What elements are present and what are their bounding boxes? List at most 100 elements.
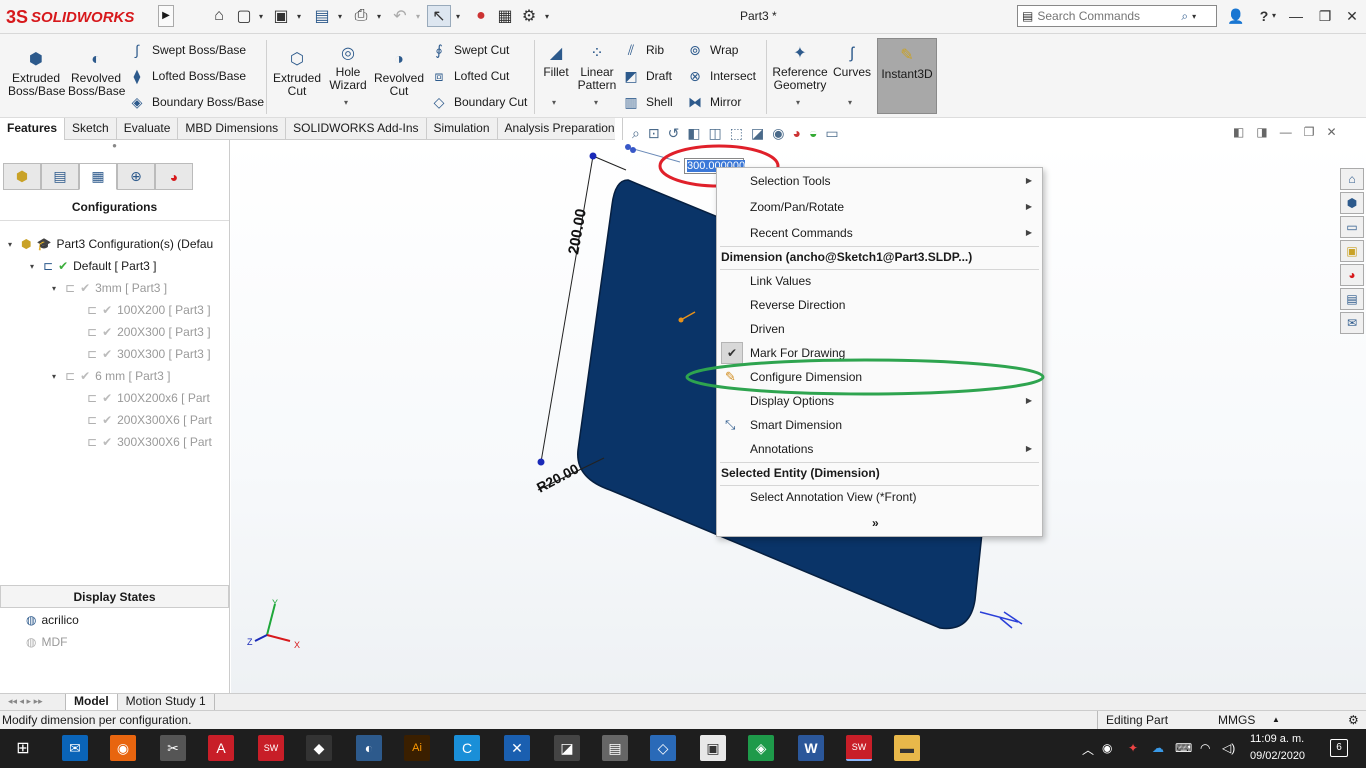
panel-splitter[interactable]: ● — [0, 141, 229, 163]
search-dropdown-icon[interactable]: ▾ — [1192, 12, 1196, 21]
view-settings-icon[interactable]: ▭ — [825, 125, 838, 142]
dimension-200-label[interactable]: 200.00 — [565, 208, 590, 256]
intersect-button[interactable]: ⊗ Intersect — [686, 67, 756, 85]
display-state-acrilico[interactable]: ◍ acrilico — [26, 611, 79, 629]
tab-mbd-dimensions[interactable]: MBD Dimensions — [178, 118, 287, 140]
linear-pattern-dropdown-icon[interactable]: ▾ — [594, 98, 598, 107]
app-icon[interactable]: ◆ — [306, 735, 332, 761]
swept-boss-button[interactable]: ∫ Swept Boss/Base — [128, 41, 246, 59]
config-tree-item[interactable]: ▾ ⊏ ✔ 6 mm [ Part3 ] — [52, 367, 170, 385]
shell-button[interactable]: ▥ Shell — [622, 93, 672, 111]
dimension-handle[interactable] — [537, 458, 545, 466]
draft-button[interactable]: ◩ Draft — [622, 67, 672, 85]
config-tree-item[interactable]: ⊏ ✔ 300X300X6 [ Part — [74, 433, 212, 451]
open-dropdown-icon[interactable]: ▾ — [293, 5, 305, 27]
tab-sketch[interactable]: Sketch — [65, 118, 117, 140]
menu-expand-more-icon[interactable]: » — [717, 511, 1042, 535]
tab-motion-study-1[interactable]: Motion Study 1 — [118, 694, 215, 710]
tab-solidworks-add-ins[interactable]: SOLIDWORKS Add-Ins — [286, 118, 427, 140]
custom-properties-icon[interactable]: ▤ — [1340, 288, 1364, 310]
expand-arrow-icon[interactable]: ▾ — [8, 240, 16, 249]
menu-item-reverse-direction[interactable]: Reverse Direction — [717, 293, 1042, 317]
view-palette-icon[interactable]: ▣ — [1340, 240, 1364, 262]
config-tree-item[interactable]: ⊏ ✔ 300X300 [ Part3 ] — [74, 345, 211, 363]
firefox-icon[interactable]: ◉ — [110, 735, 136, 761]
lofted-cut-button[interactable]: ⧈ Lofted Cut — [430, 67, 510, 85]
fillet-dropdown-icon[interactable]: ▾ — [552, 98, 556, 107]
file-explorer-taskbar-icon[interactable]: ▬ — [894, 735, 920, 761]
search-scope-icon[interactable]: ▤ — [1022, 9, 1033, 23]
tray-app-icon[interactable]: ◉ — [1102, 741, 1112, 755]
boundary-boss-button[interactable]: ◈ Boundary Boss/Base — [128, 93, 264, 111]
dimension-handle[interactable] — [630, 147, 636, 153]
reference-geometry-button[interactable]: ✦ Reference Geometry — [770, 42, 830, 92]
previous-view-icon[interactable]: ↺ — [668, 125, 680, 142]
mirror-button[interactable]: ⧓ Mirror — [686, 93, 741, 111]
menu-item-annotations[interactable]: Annotations ▶ — [717, 437, 1042, 461]
user-account-icon[interactable]: 👤 — [1225, 4, 1247, 28]
viewport-close-icon[interactable]: ✕ — [1326, 125, 1336, 139]
curves-button[interactable]: ʃ Curves — [832, 42, 872, 79]
linear-pattern-button[interactable]: ⁘ Linear Pattern — [576, 42, 618, 92]
fillet-button[interactable]: ◢ Fillet — [538, 42, 574, 79]
forum-icon[interactable]: ✉ — [1340, 312, 1364, 334]
app-icon[interactable]: ◪ — [554, 735, 580, 761]
tab-features[interactable]: Features — [0, 118, 66, 140]
tab-evaluate[interactable]: Evaluate — [117, 118, 179, 140]
solidworks-resources-icon[interactable]: ⌂ — [1340, 168, 1364, 190]
revolved-boss-button[interactable]: ◐ Revolved Boss/Base — [68, 48, 125, 98]
outlook-icon[interactable]: ✉ — [62, 735, 88, 761]
wifi-icon[interactable]: ◠ — [1200, 741, 1210, 755]
close-window-icon[interactable]: ✕ — [1341, 4, 1363, 28]
rebuild-traffic-light-icon[interactable]: ● — [470, 5, 492, 27]
menu-item-selection-tools[interactable]: Selection Tools ▶ — [717, 169, 1042, 193]
panel-left-icon[interactable]: ◧ — [1233, 125, 1244, 139]
app-icon[interactable]: ◐ — [356, 735, 382, 761]
home-icon[interactable]: ⌂ — [208, 5, 230, 27]
menu-item-select-annotation-view[interactable]: Select Annotation View (*Front) — [717, 485, 1042, 509]
section-view-icon[interactable]: ◧ — [687, 125, 700, 142]
input-method-icon[interactable]: ⌨ — [1175, 741, 1192, 755]
tab-scroll-arrows-icon[interactable]: ◂◂ ◂ ▸ ▸▸ — [0, 694, 66, 710]
hole-wizard-dropdown-icon[interactable]: ▾ — [344, 98, 348, 107]
config-tree-item[interactable]: ▾ ⊏ ✔ 3mm [ Part3 ] — [52, 279, 167, 297]
save-icon[interactable]: ▤ — [311, 5, 333, 27]
solidworks-active-icon[interactable]: SW — [846, 735, 872, 761]
hole-wizard-button[interactable]: ◎ Hole Wizard — [324, 42, 372, 92]
apply-scene-icon[interactable]: ◒ — [809, 125, 817, 141]
expand-arrow-icon[interactable]: ▾ — [30, 262, 38, 271]
expand-arrow-icon[interactable]: ▾ — [52, 372, 60, 381]
panel-right-icon[interactable]: ◨ — [1256, 125, 1267, 139]
zoom-to-fit-icon[interactable]: ⌕ — [632, 125, 640, 142]
design-library-icon[interactable]: ⬢ — [1340, 192, 1364, 214]
tab-simulation[interactable]: Simulation — [427, 118, 498, 140]
search-icon[interactable]: ⌕ — [1181, 9, 1188, 24]
units-dropdown-icon[interactable]: ▲ — [1272, 711, 1280, 729]
save-dropdown-icon[interactable]: ▾ — [334, 5, 346, 27]
dimxpert-tab-icon[interactable]: ⊕ — [117, 163, 155, 190]
menu-item-link-values[interactable]: Link Values — [717, 269, 1042, 293]
boundary-cut-button[interactable]: ◇ Boundary Cut — [430, 93, 528, 111]
solidworks-2019-icon[interactable]: SW — [258, 735, 284, 761]
onedrive-icon[interactable]: ☁ — [1152, 741, 1164, 755]
options-dropdown-icon[interactable]: ▾ — [541, 5, 553, 27]
select-dropdown-icon[interactable]: ▾ — [452, 5, 464, 27]
new-document-icon[interactable]: ▢ — [233, 5, 255, 27]
feature-tree-tab-icon[interactable]: ⬢ — [3, 163, 41, 190]
configuration-manager-tab-icon[interactable]: ▦ — [79, 163, 117, 190]
clock-time[interactable]: 11:09 a. m. — [1250, 733, 1304, 745]
view-orientation-icon[interactable]: ⬚ — [730, 125, 743, 142]
app-icon[interactable]: ◈ — [748, 735, 774, 761]
reference-geometry-dropdown-icon[interactable]: ▾ — [796, 98, 800, 107]
menu-expand-arrow[interactable]: ▶ — [158, 5, 174, 27]
config-tree-item[interactable]: ⊏ ✔ 100X200 [ Part3 ] — [74, 301, 211, 319]
app-icon[interactable]: ✕ — [504, 735, 530, 761]
restore-window-icon[interactable]: ❐ — [1314, 4, 1336, 28]
app-icon[interactable]: C — [454, 735, 480, 761]
minimize-window-icon[interactable]: — — [1285, 4, 1307, 28]
tab-model[interactable]: Model — [66, 694, 118, 710]
viewport-minimize-icon[interactable]: — — [1280, 125, 1292, 139]
print-icon[interactable]: ⎙ — [350, 5, 372, 27]
zoom-to-area-icon[interactable]: ⊡ — [648, 125, 660, 142]
display-style-icon[interactable]: ◪ — [751, 125, 764, 142]
